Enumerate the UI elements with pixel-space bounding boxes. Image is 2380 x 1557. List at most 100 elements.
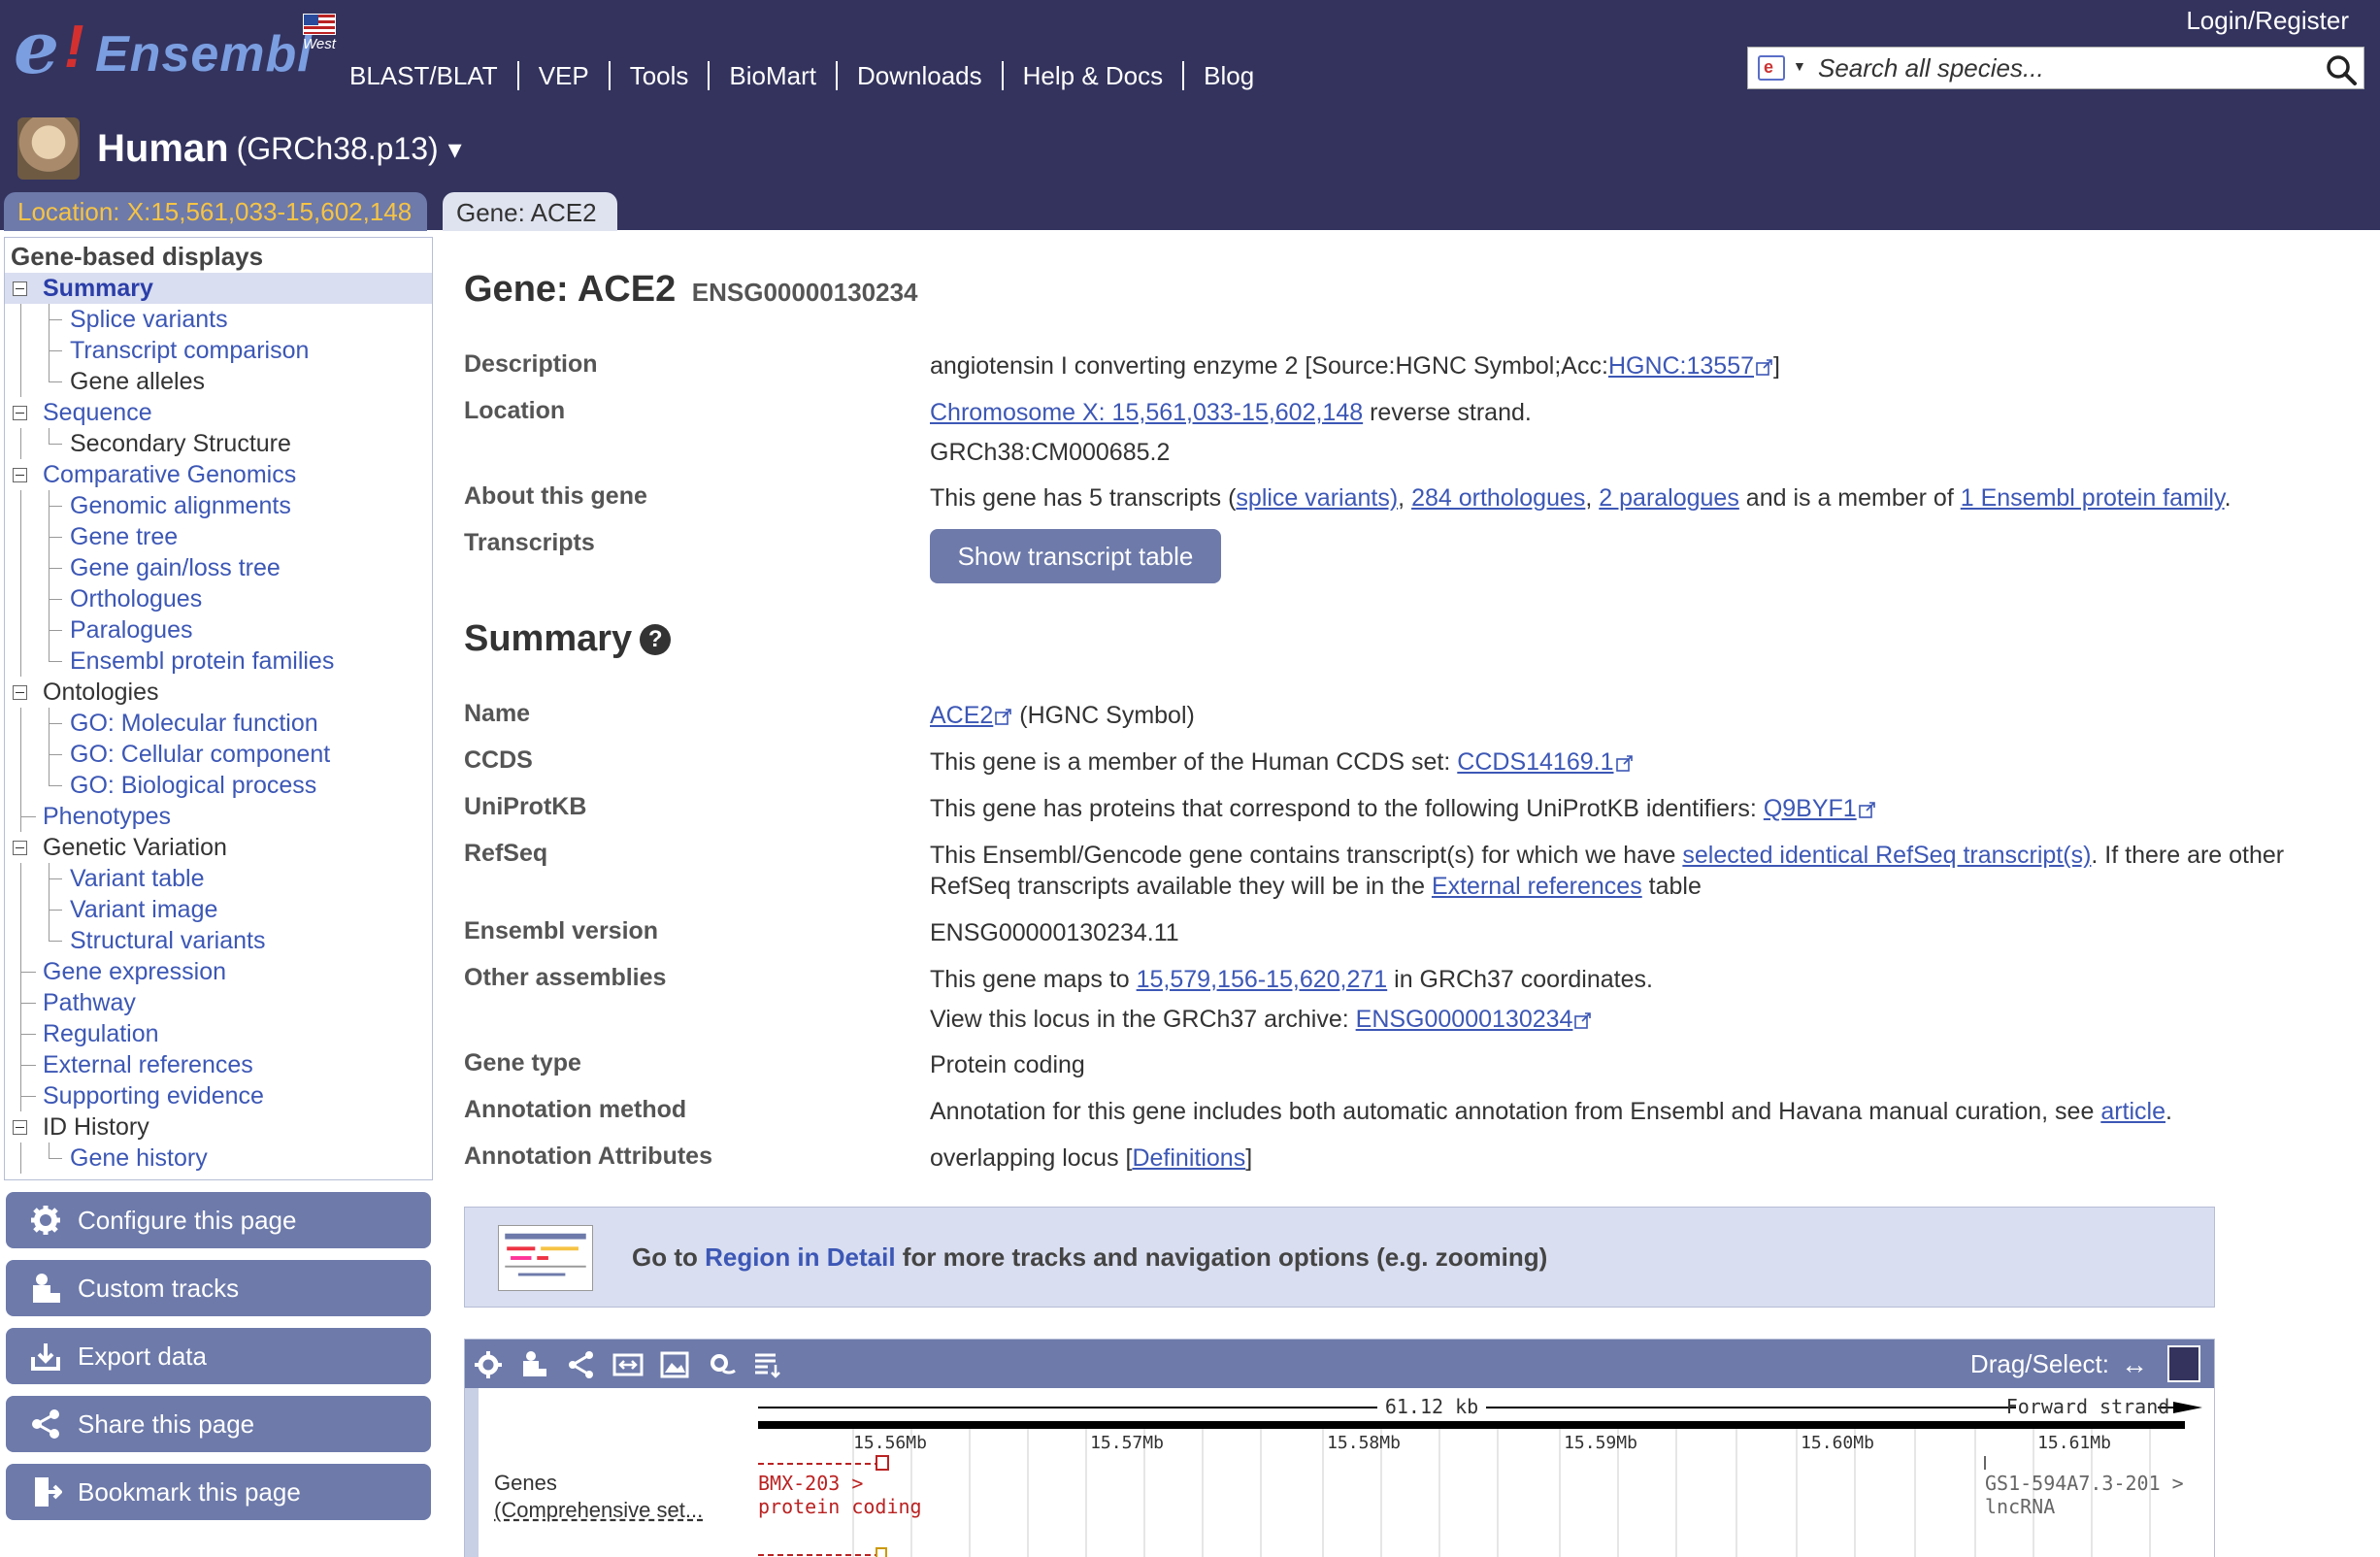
sidebar-item[interactable]: Genomic alignments [5,490,432,521]
sidebar-item[interactable]: Splice variants [5,304,432,335]
nav-tools[interactable]: Tools [611,61,711,90]
sidebar-title: Gene-based displays [11,242,264,271]
search-icon[interactable] [2325,53,2358,86]
gene-feature-bmx[interactable]: BMX-203 > protein coding [758,1472,922,1518]
collapse-toggle-icon[interactable] [13,282,27,296]
nav-vep[interactable]: VEP [519,61,611,90]
export-data-button[interactable]: Export data [6,1328,431,1384]
show-transcript-table-button[interactable]: Show transcript table [930,529,1221,583]
sidebar-item[interactable]: Pathway [5,987,432,1018]
sidebar-item-label: GO: Molecular function [70,710,318,737]
sidebar-item[interactable]: GO: Cellular component [5,739,432,770]
external-references-link[interactable]: External references [1432,873,1642,900]
sidebar-item[interactable]: Phenotypes [5,801,432,832]
top-navigation: BLAST/BLAT VEP Tools BioMart Downloads H… [349,58,1273,93]
sidebar-item[interactable]: Regulation [5,1018,432,1049]
gene-feature-gs1[interactable]: GS1-594A7.3-201 > lncRNA [1985,1472,2184,1518]
protein-family-link[interactable]: 1 Ensembl protein family [1961,484,2225,512]
orthologues-link[interactable]: 284 orthologues [1411,484,1585,512]
tree-line [20,894,21,925]
version-key: Ensembl version [464,917,659,944]
sidebar-item[interactable]: Orthologues [5,583,432,614]
chevron-down-icon[interactable]: ▼ [1793,58,1806,74]
nav-downloads[interactable]: Downloads [838,61,1004,90]
paralogues-link[interactable]: 2 paralogues [1599,484,1739,512]
us-flag-icon[interactable] [303,14,336,35]
sidebar-item-label: Gene alleles [70,368,205,395]
export-image-icon[interactable] [659,1349,690,1380]
genome-track-svg: 61.12 kb Forward strand 15.56Mb 15.57Mb [465,1388,2202,1557]
species-name[interactable]: Human [97,127,229,171]
grch37-coordinates-link[interactable]: 15,579,156-15,620,271 [1137,966,1388,993]
grch37-archive-link[interactable]: ENSG00000130234 [1356,1006,1573,1033]
share-icon[interactable] [566,1349,597,1380]
search-input[interactable] [1818,51,2303,84]
track-area[interactable]: 61.12 kb Forward strand 15.56Mb 15.57Mb [465,1388,2214,1557]
sidebar-item[interactable]: Structural variants [5,925,432,956]
sidebar-item[interactable]: Comparative Genomics [5,459,432,490]
sidebar-item[interactable]: Gene gain/loss tree [5,552,432,583]
sidebar-item[interactable]: External references [5,1049,432,1080]
sidebar-item[interactable]: Gene expression [5,956,432,987]
nav-help-docs[interactable]: Help & Docs [1004,61,1185,90]
article-link[interactable]: article [2100,1098,2165,1125]
login-register-link[interactable]: Login/Register [2186,6,2349,36]
sidebar-item[interactable]: Sequence [5,397,432,428]
configure-image-icon[interactable] [473,1349,504,1380]
genes-track-label[interactable]: Genes (Comprehensive set... [494,1470,703,1524]
splice-variants-link[interactable]: splice variants) [1236,484,1398,512]
nav-blog[interactable]: Blog [1184,61,1273,90]
definitions-link[interactable]: Definitions [1132,1144,1245,1172]
region-thumbnail-icon[interactable] [498,1225,593,1291]
ace2-link[interactable]: ACE2 [930,702,993,729]
share-page-button[interactable]: Share this page [6,1396,431,1452]
ccds-link[interactable]: CCDS14169.1 [1457,748,1613,776]
resize-image-icon[interactable] [612,1349,644,1380]
tab-gene[interactable]: Gene: ACE2 [443,192,617,231]
sidebar-item[interactable]: Transcript comparison [5,335,432,366]
bookmark-page-button[interactable]: Bookmark this page [6,1464,431,1520]
nav-blast[interactable]: BLAST/BLAT [349,61,519,90]
tree-line [20,816,36,817]
select-mode-icon[interactable] [2167,1345,2200,1382]
custom-tracks-icon[interactable] [519,1349,550,1380]
region-in-detail-link[interactable]: Region in Detail [705,1242,895,1272]
custom-tracks-button[interactable]: Custom tracks [6,1260,431,1316]
species-selector-icon[interactable]: e [1758,55,1785,81]
help-icon[interactable]: ? [640,624,672,655]
species-avatar[interactable] [17,117,80,180]
sidebar-item-label: Comparative Genomics [43,461,297,488]
collapse-toggle-icon[interactable] [13,841,27,855]
tree-line [49,661,62,662]
sidebar-item[interactable]: Gene history [5,1143,432,1174]
drag-mode-icon[interactable]: ↔ [2121,1349,2148,1380]
hgnc-link[interactable]: HGNC:13557 [1608,352,1754,380]
species-dropdown-icon[interactable]: ▾ [448,133,462,165]
external-link-icon [1756,359,1772,376]
sidebar-item[interactable]: Paralogues [5,614,432,646]
collapse-toggle-icon[interactable] [13,685,27,700]
sidebar-item[interactable]: Supporting evidence [5,1080,432,1111]
tree-line [49,568,62,569]
uniprot-link[interactable]: Q9BYF1 [1764,795,1857,822]
sidebar-item[interactable]: Variant table [5,863,432,894]
reset-configuration-icon[interactable] [706,1349,737,1380]
sidebar-item[interactable]: GO: Biological process [5,770,432,801]
configure-page-button[interactable]: Configure this page [6,1192,431,1248]
masthead: e ! Ensembl West BLAST/BLAT VEP Tools Bi… [0,0,2380,231]
tab-location[interactable]: Location: X:15,561,033-15,602,148 [4,192,427,231]
sidebar-item[interactable]: Gene tree [5,521,432,552]
sidebar-item[interactable]: Variant image [5,894,432,925]
chromosome-location-link[interactable]: Chromosome X: 15,561,033-15,602,148 [930,399,1363,426]
location-accession: GRCh38:CM000685.2 [930,439,1171,466]
sidebar-item[interactable]: GO: Molecular function [5,708,432,739]
nav-biomart[interactable]: BioMart [710,61,838,90]
tree-line [20,1065,36,1066]
sidebar-item[interactable]: Summary [5,273,432,304]
collapse-toggle-icon[interactable] [13,468,27,482]
collapse-toggle-icon[interactable] [13,1120,27,1135]
collapse-toggle-icon[interactable] [13,406,27,420]
refseq-transcripts-link[interactable]: selected identical RefSeq transcript(s) [1682,842,2091,869]
reorder-tracks-icon[interactable] [752,1349,783,1380]
sidebar-item[interactable]: Ensembl protein families [5,646,432,677]
